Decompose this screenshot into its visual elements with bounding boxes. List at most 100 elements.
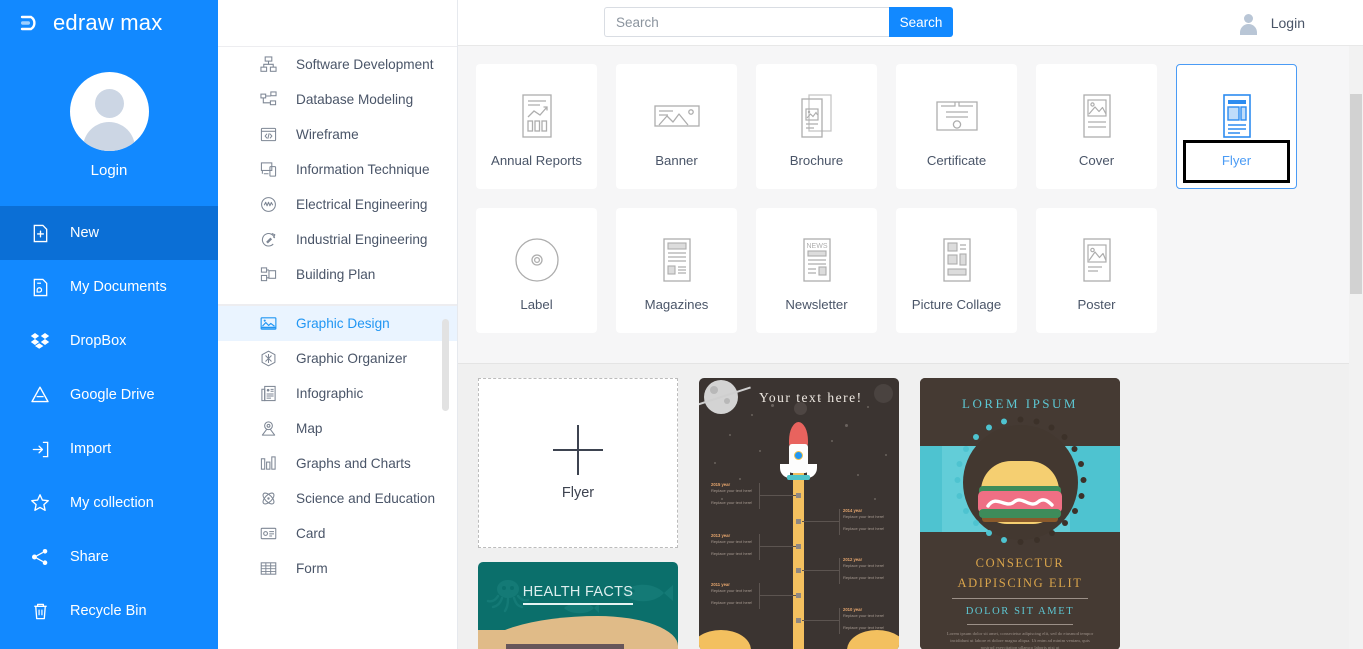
template-thumb-rocket-timeline[interactable]: Your text here! 2015 year Replace your t… xyxy=(699,378,899,649)
category-item-form[interactable]: Form xyxy=(218,551,457,586)
template-type-label: Certificate xyxy=(926,153,987,168)
rocket-headline: Your text here! xyxy=(759,390,863,405)
template-type-label: Banner xyxy=(655,153,698,168)
category-scrollbar-thumb[interactable] xyxy=(442,319,449,411)
id-card-icon xyxy=(258,524,278,544)
template-type-flyer[interactable]: Flyer xyxy=(1176,64,1297,189)
category-item-label: Software Development xyxy=(296,57,434,72)
rocket-milestone-line2: Replace your text here! xyxy=(711,600,753,605)
category-item-building-plan[interactable]: Building Plan xyxy=(218,257,457,292)
main-scrollbar-thumb[interactable] xyxy=(1350,94,1362,294)
planet-decoration-icon xyxy=(874,384,893,403)
category-item-graphic-design[interactable]: Graphic Design xyxy=(218,306,457,341)
category-item-label: Wireframe xyxy=(296,127,359,142)
sidebar-item-import[interactable]: Import xyxy=(0,422,218,476)
main-scrollbar-track[interactable] xyxy=(1349,46,1363,649)
sidebar-item-dropbox[interactable]: DropBox xyxy=(0,314,218,368)
category-item-information-technique[interactable]: Information Technique xyxy=(218,152,457,187)
category-item-label: Science and Education xyxy=(296,491,436,506)
search-bar: Search xyxy=(604,7,953,37)
blank-flyer-card[interactable]: Flyer xyxy=(478,378,678,548)
sidebar-item-my-documents[interactable]: My Documents xyxy=(0,260,218,314)
google-drive-icon xyxy=(30,385,50,405)
category-item-database-modeling[interactable]: Database Modeling xyxy=(218,82,457,117)
category-panel-spacer xyxy=(218,0,457,46)
trash-icon xyxy=(30,601,50,621)
category-item-card[interactable]: Card xyxy=(218,516,457,551)
template-type-certificate[interactable]: Certificate xyxy=(896,64,1017,189)
building-plan-icon xyxy=(258,265,278,285)
flyer-icon xyxy=(1220,85,1254,147)
template-type-label: Picture Collage xyxy=(911,297,1002,312)
infographic-icon xyxy=(258,384,278,404)
plus-icon xyxy=(553,425,603,475)
category-scrollbar-track[interactable] xyxy=(442,46,453,649)
sidebar-nav: New My Documents DropBox Google Drive Im… xyxy=(0,206,218,638)
category-item-infographic[interactable]: Infographic xyxy=(218,376,457,411)
rocket-milestone-year: 2012 year xyxy=(843,557,863,562)
category-item-graphs-and-charts[interactable]: Graphs and Charts xyxy=(218,446,457,481)
rocket-milestone-line2: Replace your text here! xyxy=(711,500,753,505)
star-icon xyxy=(30,493,50,513)
category-item-science-and-education[interactable]: Science and Education xyxy=(218,481,457,516)
header-login-label: Login xyxy=(1270,15,1305,31)
category-item-map[interactable]: Map xyxy=(218,411,457,446)
category-item-electrical-engineering[interactable]: Electrical Engineering xyxy=(218,187,457,222)
brand: edraw max xyxy=(0,0,218,46)
category-item-label: Card xyxy=(296,526,326,541)
magazine-icon xyxy=(660,229,694,291)
category-group-one: Software Development Database Modeling W… xyxy=(218,46,457,305)
sidebar-item-share[interactable]: Share xyxy=(0,530,218,584)
header-login[interactable]: Login xyxy=(1238,0,1305,46)
rocket-milestone-line2: Replace your text here! xyxy=(843,526,885,531)
template-type-cover[interactable]: Cover xyxy=(1036,64,1157,189)
template-thumb-burger-poster[interactable]: LOREM IPSUM CONSECTUR ADIPISCING ELIT DO… xyxy=(920,378,1120,649)
blank-flyer-label: Flyer xyxy=(561,485,595,501)
health-facts-title: HEALTH FACTS xyxy=(478,584,678,605)
rocket-milestone-year: 2015 year xyxy=(711,482,731,487)
atom-icon xyxy=(258,489,278,509)
information-technique-icon xyxy=(258,160,278,180)
sidebar-item-google-drive[interactable]: Google Drive xyxy=(0,368,218,422)
category-item-wireframe[interactable]: Wireframe xyxy=(218,117,457,152)
template-type-label: Cover xyxy=(1078,153,1115,168)
category-item-graphic-organizer[interactable]: Graphic Organizer xyxy=(218,341,457,376)
category-item-label: Building Plan xyxy=(296,267,376,282)
category-item-label: Graphic Organizer xyxy=(296,351,408,366)
category-item-software-development[interactable]: Software Development xyxy=(218,47,457,82)
burger-body-text: Lorem ipsum dolor sit amet, consectetur … xyxy=(946,631,1094,649)
dropbox-icon xyxy=(30,331,50,351)
bar-chart-icon xyxy=(258,454,278,474)
template-type-annual-reports[interactable]: Annual Reports xyxy=(476,64,597,189)
sidebar-item-new[interactable]: New xyxy=(0,206,218,260)
sidebar-item-label: My Documents xyxy=(70,279,167,295)
rocket-milestone-year: 2014 year xyxy=(843,508,863,513)
template-type-picture-collage[interactable]: Picture Collage xyxy=(896,208,1017,333)
sidebar-item-label: Import xyxy=(70,441,112,457)
category-item-label: Form xyxy=(296,561,328,576)
search-button[interactable]: Search xyxy=(889,7,953,37)
new-document-icon xyxy=(30,223,50,243)
template-type-poster[interactable]: Poster xyxy=(1036,208,1157,333)
template-type-newsletter[interactable]: NEWS Newsletter xyxy=(756,208,877,333)
sidebar-item-my-collection[interactable]: My collection xyxy=(0,476,218,530)
category-item-label: Infographic xyxy=(296,386,364,401)
main-content: Search Login Annual Reports xyxy=(458,0,1363,649)
sidebar-profile[interactable]: Login xyxy=(0,46,218,200)
picture-collage-icon xyxy=(940,229,974,291)
burger-heading-line1: CONSECTUR xyxy=(975,556,1065,570)
template-thumb-health-facts[interactable]: HEALTH FACTS Sea Food xyxy=(478,562,678,649)
search-input[interactable] xyxy=(604,7,889,37)
template-type-banner[interactable]: Banner xyxy=(616,64,737,189)
category-item-industrial-engineering[interactable]: Industrial Engineering xyxy=(218,222,457,257)
sidebar-item-recycle-bin[interactable]: Recycle Bin xyxy=(0,584,218,638)
certificate-icon xyxy=(933,85,981,147)
template-type-label[interactable]: Label xyxy=(476,208,597,333)
template-type-label: Flyer xyxy=(1221,153,1252,168)
template-type-label: Poster xyxy=(1077,297,1116,312)
annual-report-icon xyxy=(519,85,555,147)
template-type-brochure[interactable]: Brochure xyxy=(756,64,877,189)
template-type-magazines[interactable]: Magazines xyxy=(616,208,737,333)
graphic-organizer-icon xyxy=(258,349,278,369)
health-facts-band-label: Sea Food xyxy=(506,644,624,649)
